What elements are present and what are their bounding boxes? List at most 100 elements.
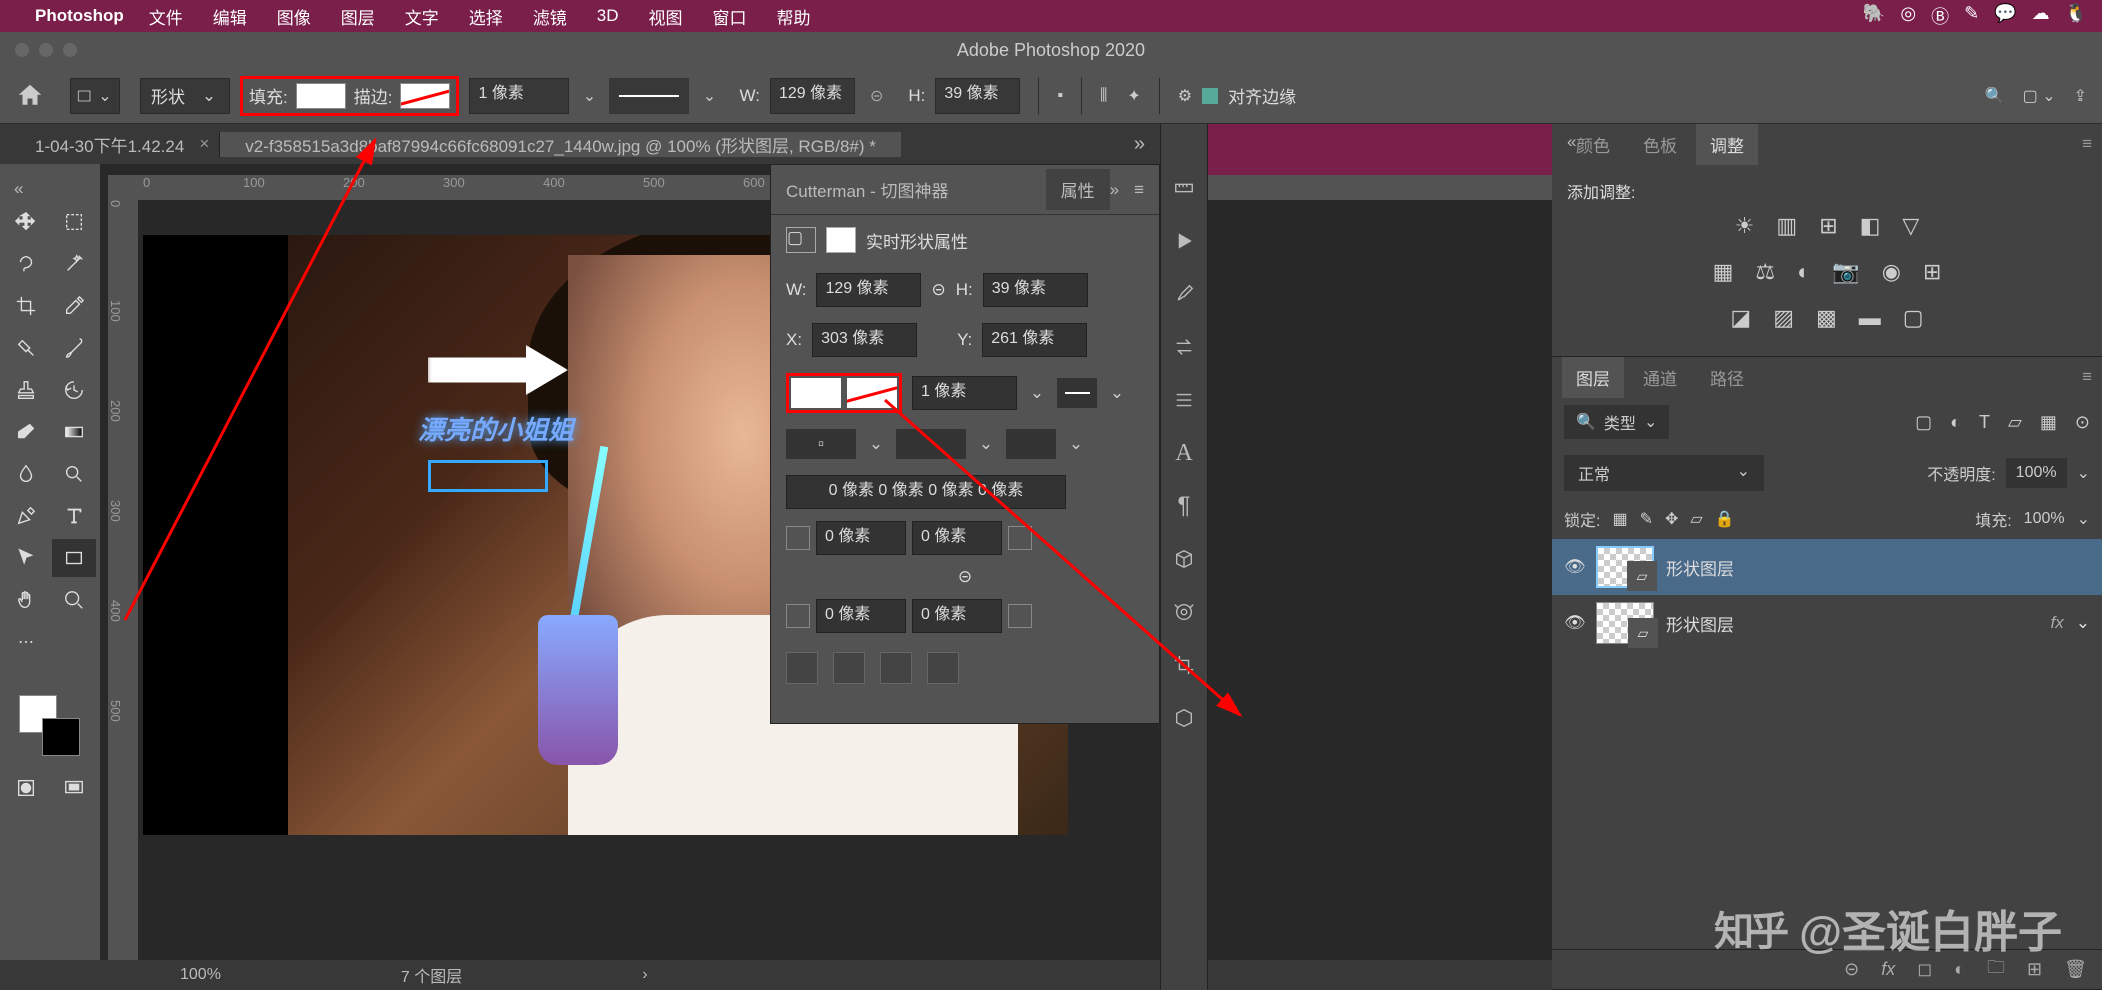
visibility-icon[interactable]: 👁 bbox=[1564, 557, 1584, 577]
stroke-align[interactable]: ▫ bbox=[786, 429, 856, 459]
opacity-value[interactable]: 100% bbox=[2006, 458, 2067, 488]
ruler-icon[interactable] bbox=[1170, 174, 1198, 202]
cutterman-tab[interactable]: Cutterman - 切图神器 bbox=[786, 177, 1046, 202]
path-select-tool[interactable] bbox=[4, 539, 48, 577]
prop-y[interactable]: 261 像素 bbox=[982, 323, 1087, 357]
stamp-tool[interactable] bbox=[4, 371, 48, 409]
stroke-width-dd[interactable]: ⌄ bbox=[579, 86, 599, 106]
fill-value[interactable]: 100% bbox=[2024, 510, 2065, 528]
lock-all-icon[interactable]: 🔒 bbox=[1715, 509, 1735, 529]
fx-badge[interactable]: fx bbox=[2051, 613, 2064, 633]
qq-icon[interactable]: 🐧 bbox=[2065, 3, 2087, 29]
prop-x[interactable]: 303 像素 bbox=[812, 323, 917, 357]
lock-paint-icon[interactable]: ✎ bbox=[1640, 509, 1653, 529]
invert-icon[interactable]: ◪ bbox=[1730, 305, 1751, 331]
curves-icon[interactable]: ⊞ bbox=[1819, 213, 1837, 239]
lookup-icon[interactable]: ⊞ bbox=[1923, 259, 1941, 285]
cc-icon[interactable]: ◎ bbox=[1900, 3, 1916, 29]
stroke-style[interactable] bbox=[609, 78, 689, 114]
gradient-map-icon[interactable]: ▬ bbox=[1859, 305, 1881, 331]
wechat-icon[interactable]: ☁ bbox=[2032, 3, 2050, 29]
vibrance-icon[interactable]: ▽ bbox=[1902, 213, 1919, 239]
threshold-icon[interactable]: ▩ bbox=[1816, 305, 1837, 331]
fg-bg-colors[interactable] bbox=[4, 695, 96, 765]
chat-icon[interactable]: 💬 bbox=[1994, 3, 2016, 29]
panel-menu-icon[interactable]: ≡ bbox=[2082, 134, 2092, 154]
levels-icon[interactable]: ▥ bbox=[1776, 213, 1797, 239]
extra-tool[interactable]: ⋯ bbox=[4, 623, 48, 661]
status-chevron-icon[interactable]: › bbox=[642, 966, 647, 984]
layer-filter[interactable]: 🔍 类型 ⌄ bbox=[1564, 405, 1669, 439]
b-icon[interactable]: Ⓑ bbox=[1931, 3, 1949, 29]
new-layer-icon[interactable]: ⊞ bbox=[2027, 959, 2042, 980]
mask-icon[interactable]: ◻ bbox=[1917, 959, 1932, 980]
eyedropper-tool[interactable] bbox=[52, 287, 96, 325]
layer-count[interactable]: 7 个图层 bbox=[401, 963, 462, 987]
rectangle-tool[interactable] bbox=[52, 539, 96, 577]
layer-name[interactable]: 形状图层 bbox=[1666, 611, 1734, 636]
brush-panel-icon[interactable] bbox=[1170, 280, 1198, 308]
adjustments-tab[interactable]: 调整 bbox=[1696, 124, 1758, 165]
menu-layer[interactable]: 图层 bbox=[341, 4, 375, 29]
prop-fill-swatch[interactable] bbox=[791, 378, 841, 408]
hand-tool[interactable] bbox=[4, 581, 48, 619]
lock-artboard-icon[interactable]: ▱ bbox=[1690, 509, 1702, 529]
lock-pixels-icon[interactable]: ▦ bbox=[1612, 509, 1627, 529]
panel-menu-icon[interactable]: ≡ bbox=[1134, 180, 1144, 200]
height-input[interactable]: 39 像素 bbox=[935, 78, 1020, 114]
filter-toggle[interactable]: ⊙ bbox=[2075, 412, 2090, 433]
properties-tab[interactable]: 属性 bbox=[1046, 169, 1110, 210]
play-icon[interactable] bbox=[1170, 227, 1198, 255]
layer-row[interactable]: 👁 ▱ 形状图层 fx ⌄ bbox=[1552, 595, 2102, 651]
lasso-tool[interactable] bbox=[4, 245, 48, 283]
fx-icon[interactable]: fx bbox=[1881, 959, 1895, 980]
menu-edit[interactable]: 编辑 bbox=[213, 4, 247, 29]
bw-icon[interactable]: ◐ bbox=[1797, 259, 1810, 285]
filter-shape-icon[interactable]: ▱ bbox=[2008, 412, 2022, 433]
dodge-tool[interactable] bbox=[52, 455, 96, 493]
menu-filter[interactable]: 滤镜 bbox=[533, 4, 567, 29]
selective-icon[interactable]: ▢ bbox=[1903, 305, 1924, 331]
gear-icon[interactable]: ⚙ bbox=[1178, 86, 1192, 106]
stroke-width-input[interactable]: 1 像素 bbox=[469, 78, 569, 114]
fill-swatch[interactable] bbox=[296, 83, 346, 109]
quickmask-tool[interactable] bbox=[4, 769, 48, 807]
link-icon[interactable]: ⊝ bbox=[870, 86, 883, 106]
menu-view[interactable]: 视图 bbox=[649, 4, 683, 29]
heal-tool[interactable] bbox=[4, 329, 48, 367]
search-icon[interactable]: 🔍 bbox=[1985, 86, 2005, 106]
channels-tab[interactable]: 通道 bbox=[1629, 357, 1691, 398]
layer-thumb[interactable]: ▱ bbox=[1596, 602, 1654, 644]
adjustment-icon[interactable]: ◐ bbox=[1954, 959, 1965, 980]
path-combine[interactable] bbox=[786, 652, 818, 684]
layer-thumb[interactable]: ▱ bbox=[1596, 546, 1654, 588]
link-layers-icon[interactable]: ⊝ bbox=[1844, 959, 1859, 980]
screenmode-tool[interactable] bbox=[52, 769, 96, 807]
menu-image[interactable]: 图像 bbox=[277, 4, 311, 29]
zoom-value[interactable]: 100% bbox=[180, 966, 221, 984]
move-tool[interactable] bbox=[4, 203, 48, 241]
panel-collapse-icon[interactable]: « bbox=[4, 179, 96, 199]
brush-tool[interactable] bbox=[52, 329, 96, 367]
blend-mode[interactable]: 正常 ⌄ bbox=[1564, 455, 1764, 491]
menu-select[interactable]: 选择 bbox=[469, 4, 503, 29]
workspace-icon[interactable]: ▢ ⌄ bbox=[2023, 86, 2056, 106]
filter-text-icon[interactable]: T bbox=[1979, 412, 1990, 433]
text-tool[interactable] bbox=[52, 497, 96, 535]
shape-mode-select[interactable]: 形状⌄ bbox=[140, 78, 230, 114]
home-icon[interactable] bbox=[15, 81, 45, 111]
traffic-lights[interactable] bbox=[15, 43, 77, 57]
layer-name[interactable]: 形状图层 bbox=[1666, 555, 1734, 580]
share-icon[interactable]: ⇪ bbox=[2074, 86, 2087, 106]
swatches-tab[interactable]: 色板 bbox=[1629, 124, 1691, 165]
selected-shape[interactable] bbox=[428, 460, 548, 492]
panel-menu-icon[interactable]: ≡ bbox=[2082, 367, 2092, 387]
tabs-overflow-icon[interactable]: » bbox=[1134, 133, 1145, 156]
photo-filter-icon[interactable]: 📷 bbox=[1832, 259, 1859, 285]
prop-width[interactable]: 129 像素 bbox=[816, 273, 921, 307]
layers-tab[interactable]: 图层 bbox=[1562, 357, 1624, 398]
stroke-swatch[interactable] bbox=[400, 83, 450, 109]
path-arrange-icon[interactable]: ⫼ bbox=[1100, 87, 1107, 105]
menu-type[interactable]: 文字 bbox=[405, 4, 439, 29]
brightness-icon[interactable]: ☀ bbox=[1735, 213, 1755, 239]
